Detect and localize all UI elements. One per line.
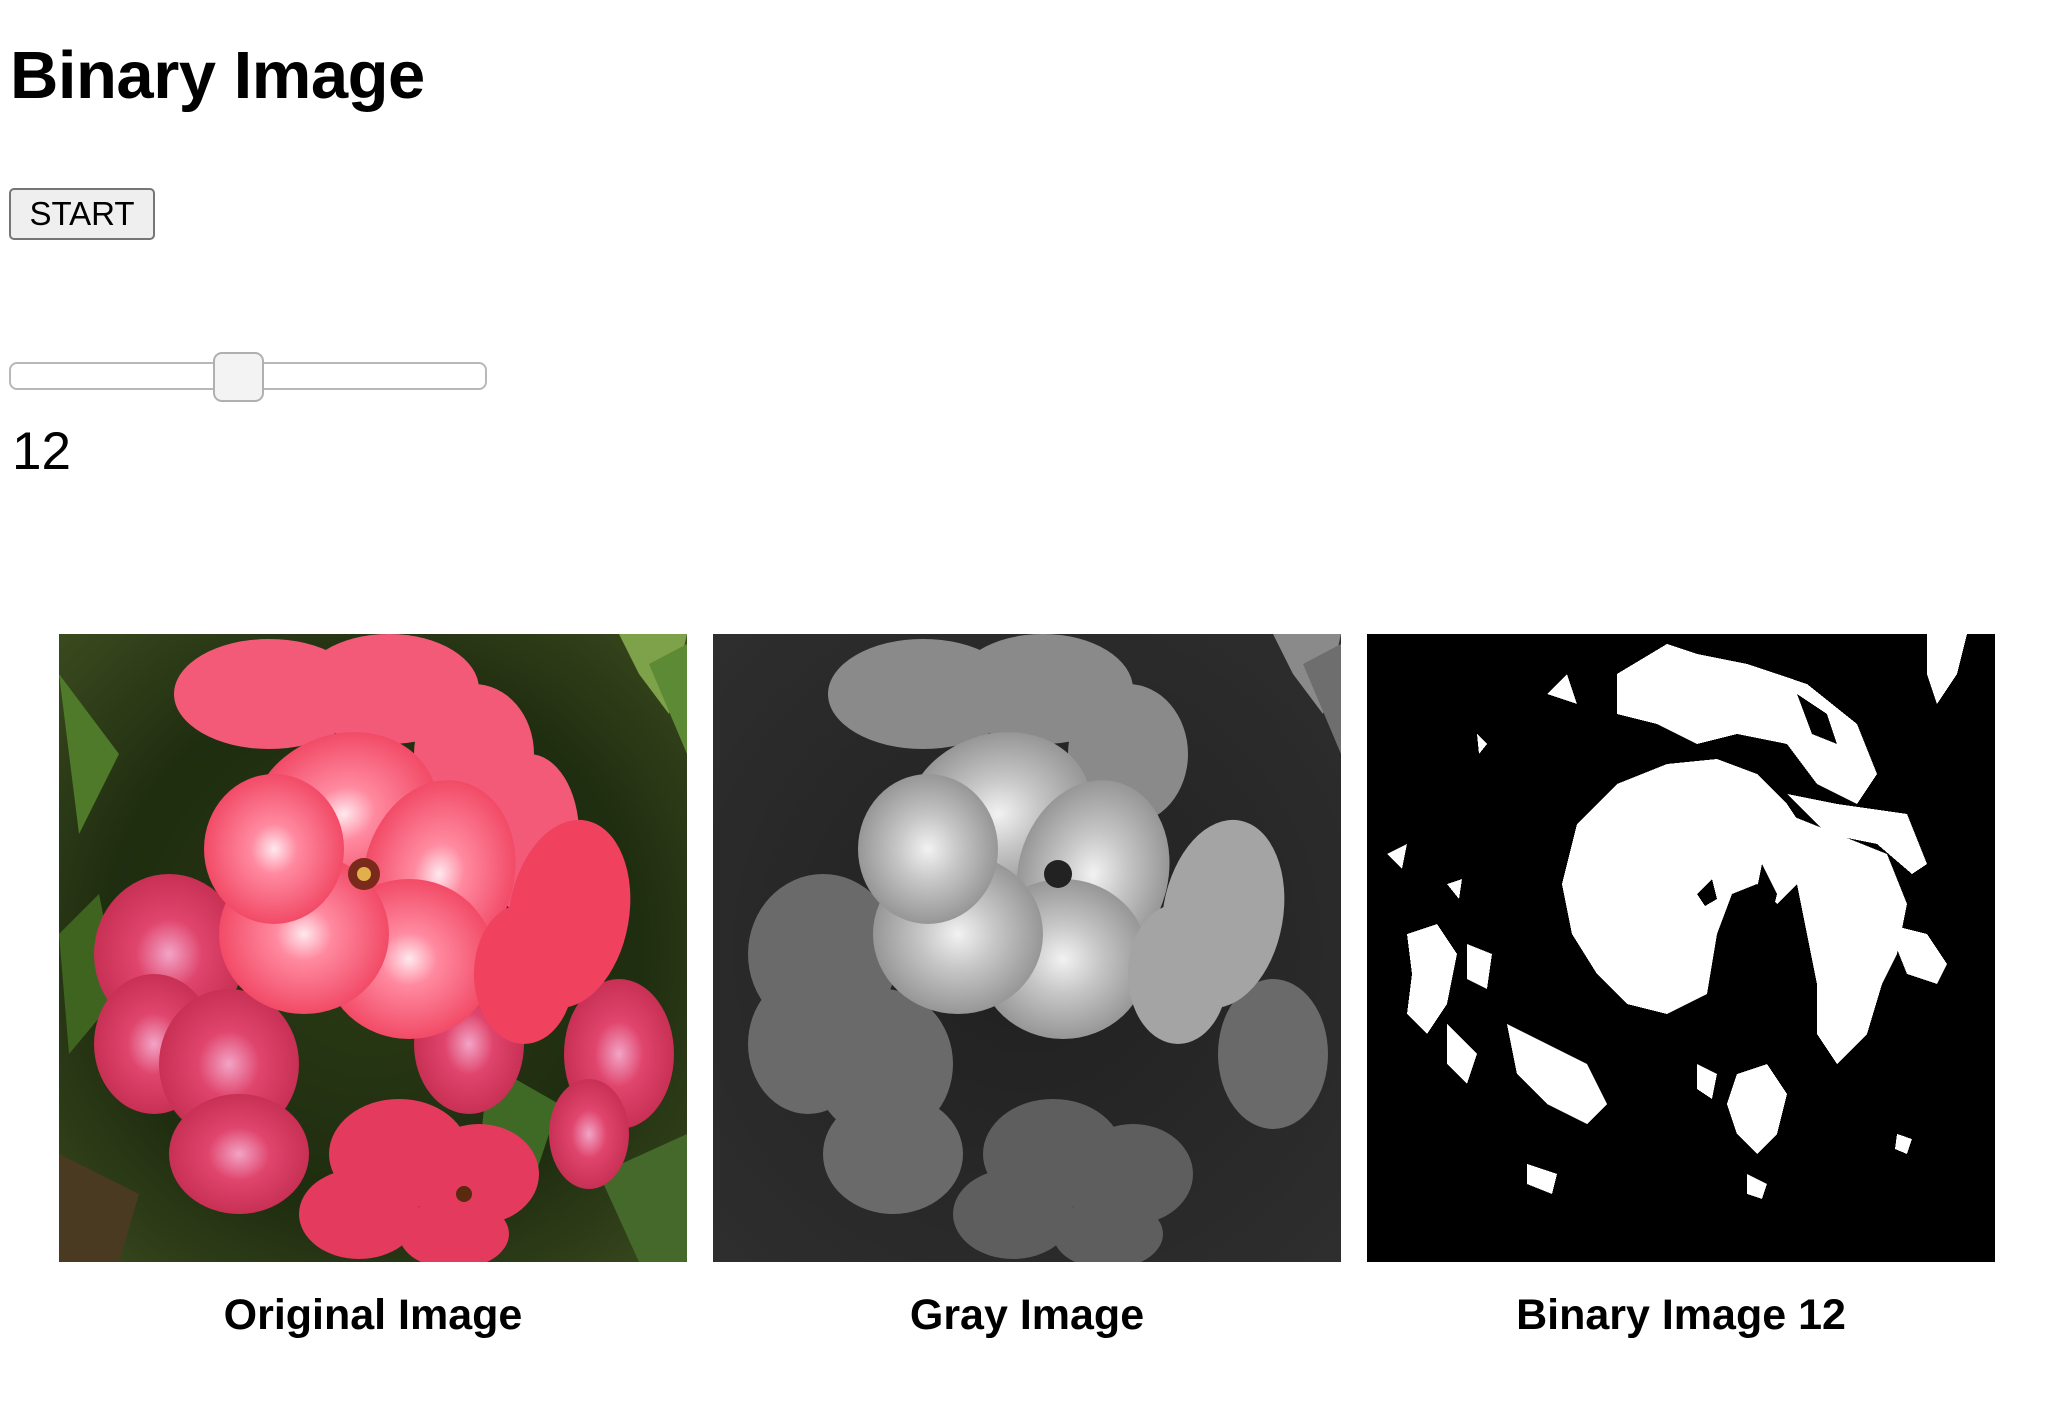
page: Binary Image START 12 Original Image Gra… — [0, 0, 2056, 1405]
threshold-value: 12 — [12, 422, 71, 481]
gray-image-figure: Gray Image — [713, 634, 1341, 1337]
original-image-caption: Original Image — [223, 1291, 523, 1339]
start-button[interactable]: START — [9, 188, 155, 240]
threshold-slider[interactable] — [9, 352, 487, 402]
original-image — [59, 634, 687, 1262]
slider-thumb[interactable] — [213, 352, 264, 402]
gray-image — [713, 634, 1341, 1262]
binary-image — [1367, 634, 1995, 1262]
page-title: Binary Image — [10, 38, 425, 113]
binary-image-figure: Binary Image 12 — [1367, 634, 1995, 1337]
original-image-figure: Original Image — [59, 634, 687, 1337]
gray-image-caption: Gray Image — [909, 1291, 1145, 1339]
binary-image-caption: Binary Image 12 — [1516, 1291, 1846, 1339]
